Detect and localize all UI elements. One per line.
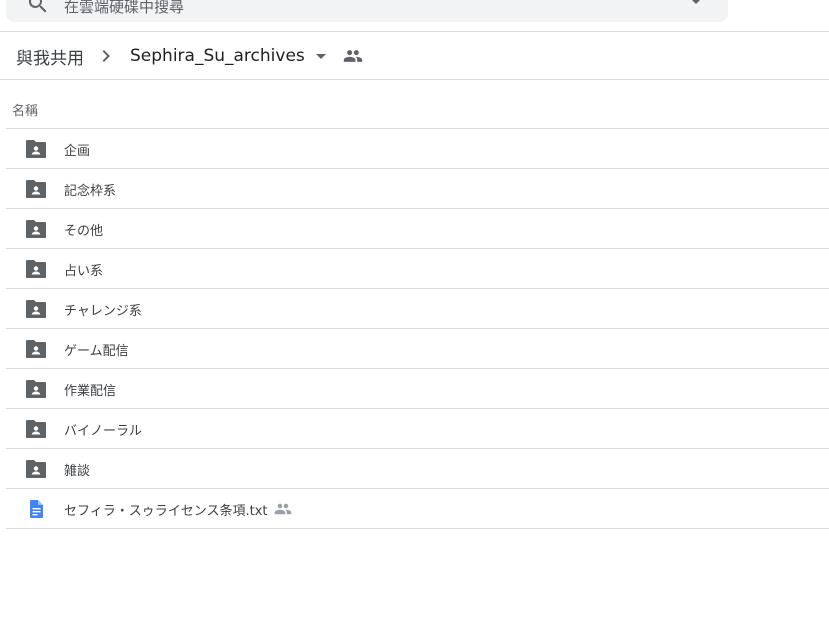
search-input[interactable]: 在雲端硬碟中搜尋 <box>64 0 184 17</box>
shared-folder-icon <box>26 220 46 238</box>
shared-folder-icon <box>26 300 46 318</box>
item-name: 企画 <box>64 144 91 159</box>
list-item[interactable]: 占い系 <box>6 249 829 289</box>
item-name: 作業配信 <box>64 384 117 399</box>
drive-shared-folder-view: 在雲端硬碟中搜尋 與我共用 Sephira_Su_archives 名稱 企画 <box>0 0 829 620</box>
divider <box>0 31 829 32</box>
file-list: 企画 記念枠系 その他 占い系 チャレンジ系 ゲーム配信 作業配信 バイノーラル… <box>6 128 829 529</box>
shared-people-icon[interactable] <box>343 46 363 66</box>
breadcrumb-root[interactable]: 與我共用 <box>16 44 84 69</box>
list-item[interactable]: バイノーラル <box>6 409 829 449</box>
shared-folder-icon <box>26 460 46 478</box>
list-item[interactable]: 記念枠系 <box>6 169 829 209</box>
item-name: 占い系 <box>64 264 104 279</box>
chevron-right-icon <box>102 50 110 62</box>
shared-folder-icon <box>26 180 46 198</box>
list-item[interactable]: 企画 <box>6 129 829 169</box>
tune-icon[interactable] <box>686 0 706 12</box>
list-item[interactable]: その他 <box>6 209 829 249</box>
list-item[interactable]: 作業配信 <box>6 369 829 409</box>
item-name: ゲーム配信 <box>64 344 129 359</box>
item-name-wrap: セフィラ・スゥライセンス条項.txt <box>64 500 292 519</box>
item-name: チャレンジ系 <box>64 304 142 319</box>
shared-folder-icon <box>26 380 46 398</box>
list-item[interactable]: 雑談 <box>6 449 829 489</box>
dropdown-arrow-icon[interactable] <box>309 44 333 68</box>
document-icon <box>30 500 43 518</box>
column-header-name[interactable]: 名稱 <box>12 100 38 119</box>
item-name: バイノーラル <box>64 424 143 439</box>
shared-folder-icon <box>26 260 46 278</box>
divider <box>0 79 829 80</box>
search-bar[interactable]: 在雲端硬碟中搜尋 <box>6 0 728 22</box>
item-name: 記念枠系 <box>64 184 117 199</box>
shared-folder-icon <box>26 140 46 158</box>
shared-folder-icon <box>26 420 46 438</box>
list-item[interactable]: ゲーム配信 <box>6 329 829 369</box>
list-item[interactable]: セフィラ・スゥライセンス条項.txt <box>6 489 829 529</box>
shared-folder-icon <box>26 340 46 358</box>
item-name: 雑談 <box>64 464 91 479</box>
breadcrumb: 與我共用 Sephira_Su_archives <box>16 44 363 69</box>
breadcrumb-current-folder[interactable]: Sephira_Su_archives <box>130 46 305 66</box>
shared-people-icon <box>274 503 291 515</box>
item-name: その他 <box>64 224 104 239</box>
item-name: セフィラ・スゥライセンス条項.txt <box>64 504 268 519</box>
search-icon[interactable] <box>26 0 50 16</box>
list-item[interactable]: チャレンジ系 <box>6 289 829 329</box>
